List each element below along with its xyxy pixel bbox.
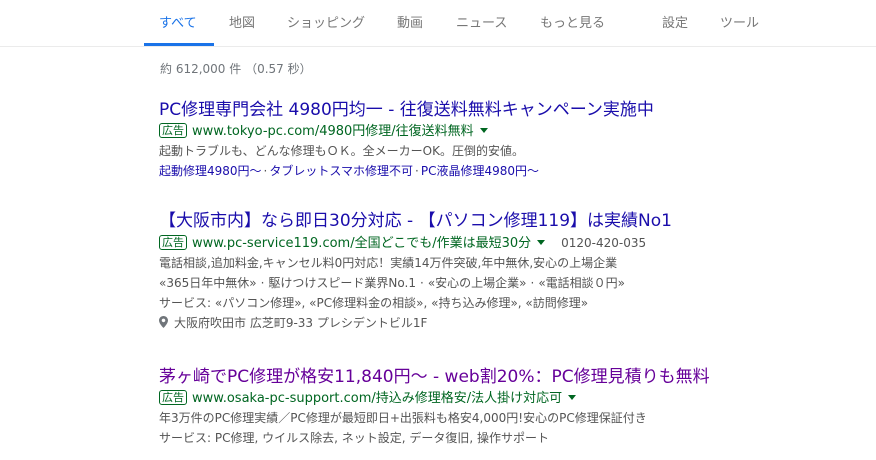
callout: «電話相談０円» [538,276,626,290]
separator: · [260,276,265,290]
sitelinks: 起動修理4980円～ · タブレットスマホ修理不可 · PC液晶修理4980円～ [159,161,859,181]
callout: «365日年中無休» [159,276,257,290]
result-title-link[interactable]: 茅ヶ崎でPC修理が格安11,840円～ - web割20%：PC修理見積りも無料 [159,366,710,388]
active-tab-indicator [144,43,214,46]
ad-result: 茅ヶ崎でPC修理が格安11,840円～ - web割20%：PC修理見積りも無料… [159,366,859,448]
structured-snippet: サービス: «パソコン修理», «PC修理料金の相談», «持ち込み修理», «… [159,296,589,310]
dropdown-caret-icon[interactable] [537,240,546,245]
structured-snippet: サービス: PC修理, ウイルス除去, ネット設定, データ復旧, 操作サポート [159,431,549,445]
result-url-line: 広告 www.tokyo-pc.com/4980円修理/往復送料無料 [159,123,859,141]
result-stats: 約 612,000 件 （0.57 秒） [160,62,312,76]
result-description: 年3万件のPC修理実績／PC修理が最短即日+出張料も格安4,000円!安心のPC… [159,411,647,425]
ad-badge: 広告 [159,390,187,405]
tab-videos[interactable]: 動画 [397,0,423,46]
ad-result: 【大阪市内】なら即日30分対応 - 【パソコン修理119】は実績No1 広告 ww… [159,210,859,333]
dropdown-caret-icon[interactable] [568,395,577,400]
search-tabs-bar: すべて 地図 ショッピング 動画 ニュース もっと見る 設定 ツール [0,0,876,47]
tab-news[interactable]: ニュース [456,0,507,46]
ad-badge: 広告 [159,123,187,138]
sitelink[interactable]: PC液晶修理4980円～ [421,164,539,178]
address-text: 大阪府吹田市 広芝町9-33 プレシデントビル1F [174,316,428,330]
result-title-link[interactable]: PC修理専門会社 4980円均一 - 往復送料無料キャンペーン実施中 [159,99,654,121]
result-display-url[interactable]: www.osaka-pc-support.com/持込み修理格安/法人掛け対応可 [192,391,562,406]
tab-shopping[interactable]: ショッピング [287,0,365,46]
sitelink[interactable]: 起動修理4980円～ [159,164,262,178]
callout: «安心の上場企業» [427,276,527,290]
sitelink[interactable]: タブレットスマホ修理不可 [269,164,413,178]
location-extension[interactable]: 大阪府吹田市 広芝町9-33 プレシデントビル1F [159,313,859,333]
result-display-url[interactable]: www.pc-service119.com/全国どこでも/作業は最短30分 [192,236,531,251]
tab-settings[interactable]: 設定 [662,0,688,46]
result-description: 起動トラブルも、どんな修理もＯＫ。全メーカーOK。圧倒的安値。 [159,144,524,158]
tab-all[interactable]: すべて [159,0,197,46]
ad-badge: 広告 [159,235,187,250]
separator: · [530,276,535,290]
result-url-line: 広告 www.osaka-pc-support.com/持込み修理格安/法人掛け対… [159,390,859,408]
result-display-url[interactable]: www.tokyo-pc.com/4980円修理/往復送料無料 [192,124,474,139]
separator: · [419,276,424,290]
tab-more[interactable]: もっと見る [540,0,605,46]
callout: 駆けつけスピード業界No.1 [268,276,416,290]
separator: · [263,164,268,178]
dropdown-caret-icon[interactable] [479,128,488,133]
callout-extensions: «365日年中無休» · 駆けつけスピード業界No.1 · «安心の上場企業» · «電話相… [159,273,859,293]
phone-number[interactable]: 0120-420-035 [561,236,646,250]
tab-maps[interactable]: 地図 [229,0,255,46]
separator: · [415,164,419,178]
ad-result: PC修理専門会社 4980円均一 - 往復送料無料キャンペーン実施中 広告 www… [159,99,859,181]
tab-tools[interactable]: ツール [720,0,759,46]
result-title-link[interactable]: 【大阪市内】なら即日30分対応 - 【パソコン修理119】は実績No1 [159,210,672,232]
map-pin-icon [159,316,168,328]
result-url-line: 広告 www.pc-service119.com/全国どこでも/作業は最短30分 0… [159,234,859,253]
result-description: 電話相談,追加料金,キャンセル料0円対応！実績14万件突破,年中無休,安心の上場… [159,256,618,270]
